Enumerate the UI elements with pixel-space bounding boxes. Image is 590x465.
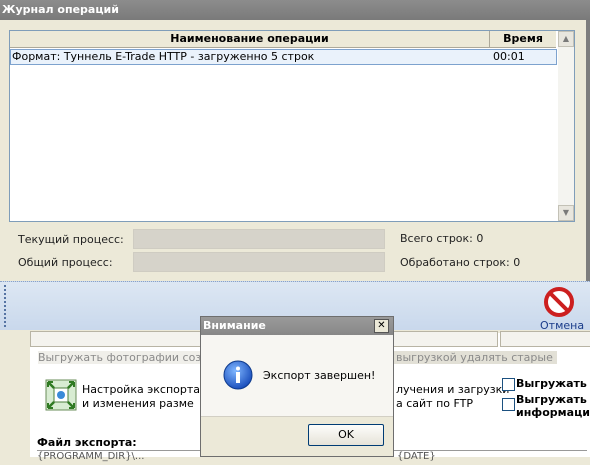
window-border-right: [586, 20, 590, 282]
export-option-label-1: Выгружать д: [516, 377, 590, 390]
operation-time-cell: 00:01: [493, 50, 525, 63]
ftp-settings-text-2: а сайт по FTP: [396, 397, 473, 410]
column-header-time[interactable]: Время: [490, 31, 556, 48]
current-process-label: Текущий процесс:: [18, 233, 124, 246]
current-process-bar: [133, 229, 385, 249]
export-format-field[interactable]: [500, 331, 590, 347]
cancel-button[interactable]: Отмена: [540, 319, 584, 332]
delete-old-option: выгрузкой удалять старые: [392, 351, 557, 364]
ok-button[interactable]: OK: [308, 424, 384, 446]
export-option-label-2: Выгружать и информацию: [516, 393, 590, 419]
export-file-label: Файл экспорта:: [37, 436, 137, 449]
export-option-checkbox-1[interactable]: [502, 378, 515, 391]
operation-name-cell: Формат: Туннель E-Trade HTTP - загруженн…: [12, 50, 315, 63]
overall-process-bar: [133, 252, 385, 272]
column-header-operation[interactable]: Наименование операции: [10, 31, 490, 48]
dialog-separator: [201, 416, 393, 417]
processed-rows-label: Обработано строк: 0: [400, 256, 521, 269]
grip-handle: [4, 285, 8, 327]
window-title: Журнал операций: [0, 0, 590, 20]
dialog-title: Внимание: [201, 317, 393, 335]
export-option-checkbox-2[interactable]: [502, 398, 515, 411]
dialog-message: Экспорт завершен!: [263, 369, 376, 382]
upload-photos-option: Выгружать фотографии создан: [38, 351, 227, 364]
export-settings-text-2: и изменения разме: [82, 397, 194, 410]
ftp-settings-text: лучения и загрузки: [396, 383, 510, 396]
total-rows-label: Всего строк: 0: [400, 232, 484, 245]
info-icon: [223, 360, 253, 390]
overall-process-label: Общий процесс:: [18, 256, 113, 269]
list-scrollbar[interactable]: ▲ ▼: [558, 31, 574, 221]
close-icon[interactable]: ✕: [374, 319, 389, 333]
scroll-up-icon[interactable]: ▲: [558, 31, 574, 47]
scroll-down-icon[interactable]: ▼: [558, 205, 574, 221]
export-settings-icon[interactable]: [45, 379, 77, 411]
stop-icon[interactable]: [544, 287, 574, 317]
export-settings-text: Настройка экспорта фо: [82, 383, 220, 396]
